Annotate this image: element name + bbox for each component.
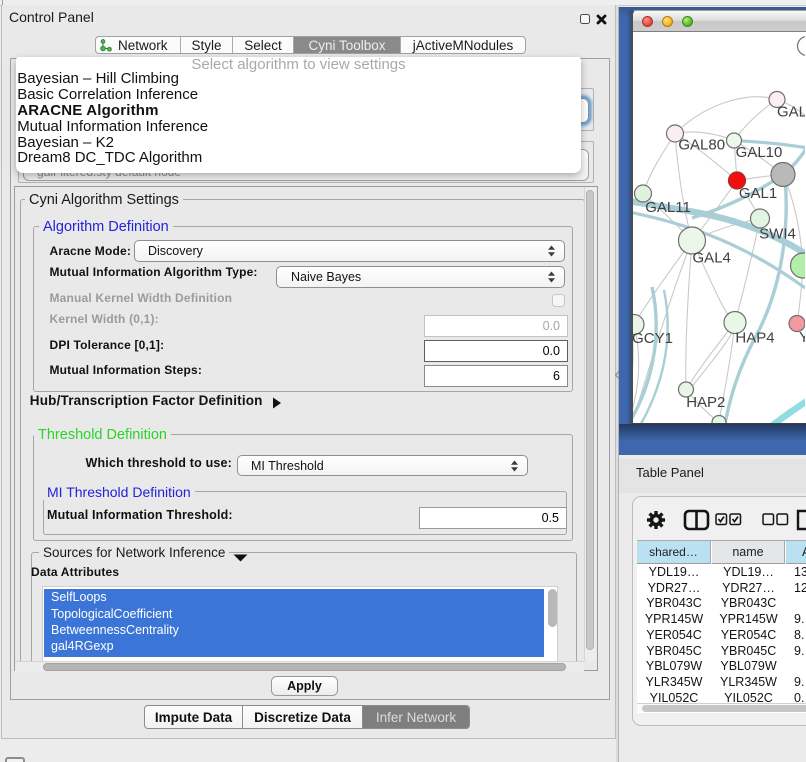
svg-text:SWI4: SWI4	[759, 226, 796, 243]
svg-text:GAL11: GAL11	[645, 199, 691, 216]
svg-text:YM: YM	[799, 329, 805, 346]
svg-text:GAL10: GAL10	[736, 144, 783, 161]
svg-text:GCY1: GCY1	[633, 330, 673, 347]
svg-text:HAP2: HAP2	[686, 394, 725, 411]
svg-text:GAL1: GAL1	[739, 185, 777, 202]
svg-text:GAL2: GAL2	[777, 104, 805, 121]
svg-text:HAP4: HAP4	[735, 329, 774, 346]
svg-text:GAL80: GAL80	[678, 137, 725, 154]
svg-text:GAL4: GAL4	[693, 249, 731, 266]
